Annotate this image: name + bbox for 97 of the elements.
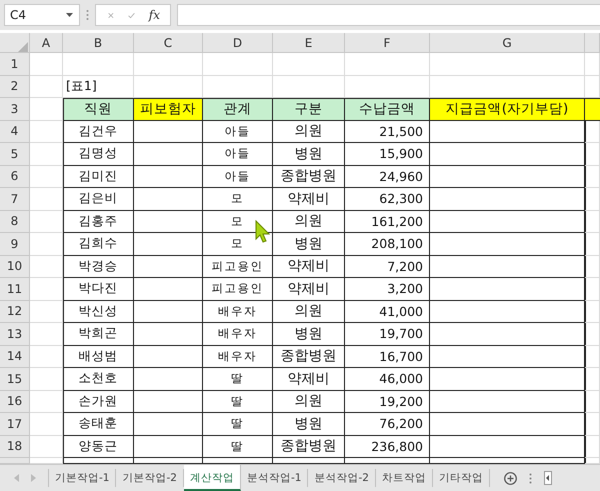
table-cell: 김미진 (63, 166, 134, 188)
column-header[interactable]: F (345, 33, 430, 53)
table-cell: 피고용인 (203, 278, 273, 300)
table-cell: 양동근 (63, 436, 134, 458)
table-cell: 배우자 (203, 346, 273, 368)
row-header[interactable]: 3 (0, 98, 30, 120)
row-header[interactable]: 6 (0, 166, 30, 188)
table-cell: 236,800 (345, 436, 430, 458)
column-header[interactable]: B (63, 33, 134, 53)
table-cell: 24,960 (345, 166, 430, 188)
table-cell: 딸 (203, 436, 273, 458)
table-cell: 박신성 (63, 300, 134, 323)
sheet-tab[interactable]: 차트작업 (376, 469, 433, 487)
table-cell: 62,300 (345, 188, 430, 210)
table-cell: 15,900 (345, 143, 430, 166)
table-header-cell: 구분 (273, 98, 345, 120)
table-cell: 약제비 (273, 278, 345, 300)
sheet-tab[interactable]: 분석작업-1 (240, 469, 308, 487)
row-header[interactable]: 9 (0, 233, 30, 256)
table-cell: 약제비 (273, 188, 345, 210)
row-header[interactable]: 13 (0, 323, 30, 346)
table-cell: 김은비 (63, 188, 134, 210)
row-header[interactable]: 15 (0, 368, 30, 390)
table-cell: 박경승 (63, 256, 134, 278)
table-cell: 약제비 (273, 368, 345, 390)
row-header[interactable]: 16 (0, 390, 30, 413)
table-cell: 종합병원 (273, 166, 345, 188)
table-cell: 병원 (273, 143, 345, 166)
row-header[interactable]: 10 (0, 256, 30, 278)
table-cell: 딸 (203, 413, 273, 436)
sheet-tab[interactable]: 계산작업 (184, 465, 241, 491)
table-cell: 배성범 (63, 346, 134, 368)
column-header[interactable]: E (273, 33, 345, 53)
table-cell: 약제비 (273, 256, 345, 278)
table-cell: 76,200 (345, 413, 430, 436)
sheet-tab[interactable]: 기본작업-1 (49, 469, 116, 487)
table-cell: 병원 (273, 413, 345, 436)
row-header[interactable]: 2 (0, 76, 30, 98)
row-header[interactable]: 4 (0, 120, 30, 143)
column-header[interactable]: G (430, 33, 585, 53)
table-cell: 16,700 (345, 346, 430, 368)
table-cell: 21,500 (345, 120, 430, 143)
row-header[interactable]: 17 (0, 413, 30, 436)
column-header[interactable]: A (30, 33, 63, 53)
row-header[interactable]: 8 (0, 210, 30, 233)
table-cell: 김건우 (63, 120, 134, 143)
table-cell: 종합병원 (273, 436, 345, 458)
table-cell: 7,200 (345, 256, 430, 278)
table-cell: 딸 (203, 368, 273, 390)
sheet-tab[interactable]: 기타작업 (432, 469, 490, 487)
table-cell: 병원 (273, 233, 345, 256)
table-cell: 아들 (203, 143, 273, 166)
table-cell: 19,700 (345, 323, 430, 346)
table-cell: 아들 (203, 166, 273, 188)
insert-function-button[interactable]: fx (148, 8, 160, 22)
table-cell: 박다진 (63, 278, 134, 300)
table-header-cell: 수납금액 (345, 98, 430, 120)
table-cell: 박희곤 (63, 323, 134, 346)
table-cell: 김홍주 (63, 210, 134, 233)
table-header-cell: 직원 (63, 98, 134, 120)
row-header[interactable]: 12 (0, 300, 30, 323)
table-cell: 41,000 (345, 300, 430, 323)
sheet-tab[interactable]: 분석작업-2 (308, 469, 376, 487)
table-cell: 피고용인 (203, 256, 273, 278)
table-cell: 종합병원 (273, 346, 345, 368)
table-cell: 의원 (273, 390, 345, 413)
table-cell: 아들 (203, 120, 273, 143)
table-header-cell: 관계 (203, 98, 273, 120)
table-header-cell: 지급금액(자기부담) (430, 98, 585, 120)
table-cell: 19,200 (345, 390, 430, 413)
row-header[interactable]: 7 (0, 188, 30, 210)
column-header[interactable]: D (203, 33, 273, 53)
table-cell: 208,100 (345, 233, 430, 256)
table-cell: 김명성 (63, 143, 134, 166)
table-cell: 모 (203, 188, 273, 210)
table-cell: 의원 (273, 210, 345, 233)
table-cell: 3,200 (345, 278, 430, 300)
table-cell: 송태훈 (63, 413, 134, 436)
table-header-cell: 피보험자 (134, 98, 203, 120)
row-header[interactable]: 14 (0, 346, 30, 368)
row-header[interactable]: 18 (0, 436, 30, 458)
table-cell: 의원 (273, 120, 345, 143)
table-cell: 병원 (273, 323, 345, 346)
table-cell: 배우자 (203, 323, 273, 346)
table-cell: 배우자 (203, 300, 273, 323)
row-header[interactable]: 5 (0, 143, 30, 166)
table-cell: 김희수 (63, 233, 134, 256)
column-header[interactable]: C (134, 33, 203, 53)
row-header[interactable]: 11 (0, 278, 30, 300)
table-cell: 소천호 (63, 368, 134, 390)
name-box[interactable]: C4 (4, 4, 80, 26)
table-cell: 딸 (203, 390, 273, 413)
table-cell: 손가원 (63, 390, 134, 413)
table-cell: 161,200 (345, 210, 430, 233)
row-header[interactable]: 1 (0, 53, 30, 76)
table-cell: 46,000 (345, 368, 430, 390)
table-cell: 의원 (273, 300, 345, 323)
